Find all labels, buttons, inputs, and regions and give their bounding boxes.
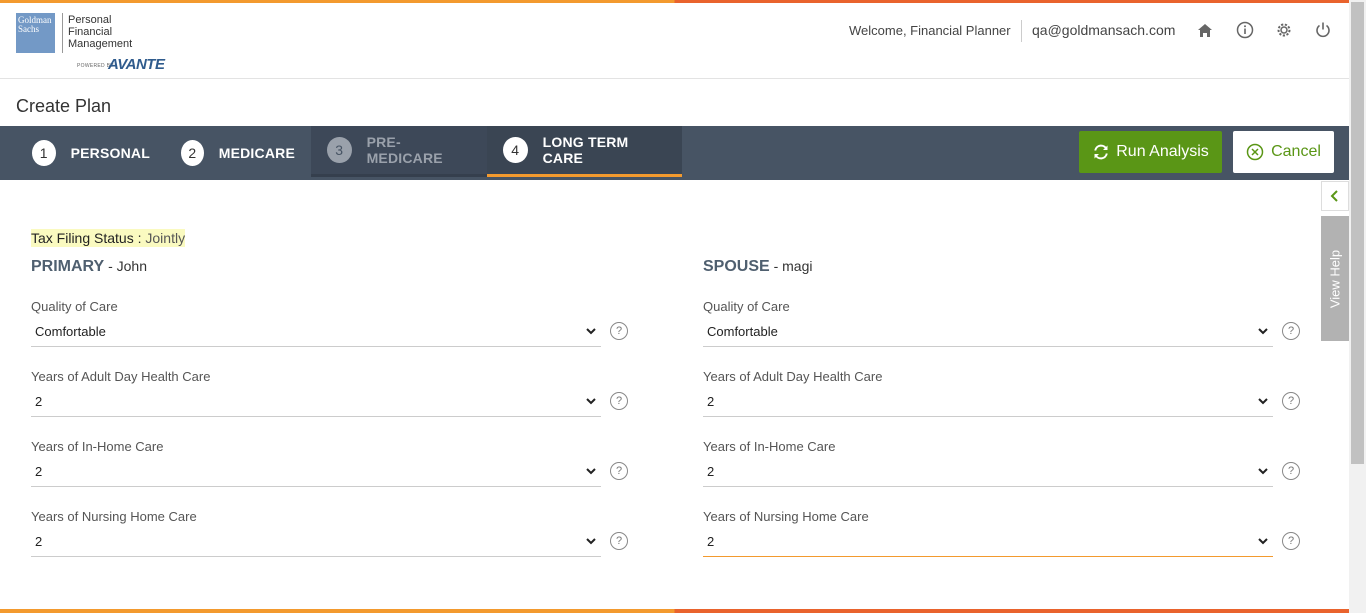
product-line-3: Management xyxy=(68,38,133,50)
avante-logo: AVANTE xyxy=(108,56,165,73)
help-icon[interactable]: ? xyxy=(610,462,628,480)
select-value: Comfortable xyxy=(707,324,778,339)
select-value: 2 xyxy=(35,534,43,549)
cancel-label: Cancel xyxy=(1271,143,1321,160)
step-label: PRE-MEDICARE xyxy=(366,134,443,166)
product-line-2: Financial xyxy=(68,26,113,38)
scrollbar-thumb[interactable] xyxy=(1351,2,1364,464)
chevron-down-icon xyxy=(1258,398,1268,405)
step-label: PERSONAL xyxy=(70,145,150,161)
step-pre-medicare: 3 PRE-MEDICARE xyxy=(311,126,487,177)
spouse-in-home-label: Years of In-Home Care xyxy=(703,439,836,454)
primary-quality-label: Quality of Care xyxy=(31,299,118,314)
tax-filing-value: Jointly xyxy=(145,230,186,246)
tax-filing-label: Tax Filing Status : xyxy=(31,230,146,246)
chevron-down-icon xyxy=(586,328,596,335)
chevron-down-icon xyxy=(1258,538,1268,545)
page-title: Create Plan xyxy=(16,96,112,116)
chevron-down-icon xyxy=(586,538,596,545)
select-value: 2 xyxy=(35,464,43,479)
info-icon[interactable] xyxy=(1235,20,1255,40)
view-help-label: View Help xyxy=(1327,249,1343,308)
primary-in-home-select[interactable]: 2 xyxy=(31,457,601,487)
power-icon[interactable] xyxy=(1313,20,1333,40)
step-personal[interactable]: 1 PERSONAL xyxy=(16,126,166,180)
step-label: MEDICARE xyxy=(218,145,295,161)
select-value: 2 xyxy=(35,394,43,409)
help-icon[interactable]: ? xyxy=(1282,392,1300,410)
step-number: 2 xyxy=(181,140,204,166)
home-icon[interactable] xyxy=(1195,20,1215,40)
step-number: 1 xyxy=(32,140,56,166)
step-number: 3 xyxy=(327,137,352,163)
primary-heading-label: PRIMARY xyxy=(31,258,105,275)
spouse-in-home-select[interactable]: 2 xyxy=(703,457,1273,487)
chevron-down-icon xyxy=(586,398,596,405)
app-header: Goldman Sachs Personal Financial Managem… xyxy=(0,3,1349,79)
gear-icon[interactable] xyxy=(1274,20,1294,40)
primary-adult-day-select[interactable]: 2 xyxy=(31,387,601,417)
select-value: 2 xyxy=(707,394,715,409)
spouse-quality-label: Quality of Care xyxy=(703,299,790,314)
step-label: LONG TERM CARE xyxy=(542,134,629,166)
spouse-adult-day-select[interactable]: 2 xyxy=(703,387,1273,417)
close-circle-icon xyxy=(1246,143,1264,161)
view-help-tab[interactable]: View Help xyxy=(1321,216,1349,341)
product-name: Personal Financial Management xyxy=(68,14,132,50)
primary-heading: PRIMARY - John xyxy=(31,258,147,276)
logo-divider xyxy=(62,13,63,53)
goldman-sachs-logo: Goldman Sachs xyxy=(16,13,55,53)
chevron-left-icon xyxy=(1330,190,1338,202)
primary-nursing-label: Years of Nursing Home Care xyxy=(31,509,197,524)
help-icon[interactable]: ? xyxy=(610,532,628,550)
chevron-down-icon xyxy=(1258,468,1268,475)
help-icon[interactable]: ? xyxy=(1282,462,1300,480)
step-medicare[interactable]: 2 MEDICARE xyxy=(165,126,311,180)
primary-adult-day-label: Years of Adult Day Health Care xyxy=(31,369,211,384)
step-long-term-care[interactable]: 4 LONG TERM CARE xyxy=(487,126,682,177)
chevron-down-icon xyxy=(1258,328,1268,335)
spouse-heading-label: SPOUSE xyxy=(703,258,770,275)
run-analysis-label: Run Analysis xyxy=(1116,143,1209,160)
primary-nursing-select[interactable]: 2 xyxy=(31,527,601,557)
spouse-heading: SPOUSE - magi xyxy=(703,258,812,276)
select-value: 2 xyxy=(707,464,715,479)
spouse-quality-select[interactable]: Comfortable xyxy=(703,317,1273,347)
step-number: 4 xyxy=(503,137,528,163)
tax-filing-status: Tax Filing Status : Jointly xyxy=(31,229,186,247)
spouse-nursing-select[interactable]: 2 xyxy=(703,527,1273,557)
help-icon[interactable]: ? xyxy=(610,322,628,340)
spouse-nursing-label: Years of Nursing Home Care xyxy=(703,509,869,524)
select-value: 2 xyxy=(707,534,715,549)
help-icon[interactable]: ? xyxy=(1282,322,1300,340)
help-icon[interactable]: ? xyxy=(610,392,628,410)
run-analysis-button[interactable]: Run Analysis xyxy=(1079,131,1222,173)
help-icon[interactable]: ? xyxy=(1282,532,1300,550)
cancel-button[interactable]: Cancel xyxy=(1233,131,1334,173)
refresh-icon xyxy=(1094,144,1109,160)
user-email[interactable]: qa@goldmansach.com xyxy=(1032,22,1175,38)
spouse-adult-day-label: Years of Adult Day Health Care xyxy=(703,369,883,384)
welcome-text: Welcome, Financial Planner xyxy=(849,23,1011,38)
bottom-accent-bar xyxy=(0,609,1349,613)
primary-in-home-label: Years of In-Home Care xyxy=(31,439,164,454)
primary-quality-select[interactable]: Comfortable xyxy=(31,317,601,347)
header-divider xyxy=(1021,20,1022,42)
product-line-1: Personal xyxy=(68,14,112,26)
spouse-name: - magi xyxy=(769,258,813,274)
select-value: Comfortable xyxy=(35,324,106,339)
primary-name: - John xyxy=(104,258,147,274)
chevron-down-icon xyxy=(586,468,596,475)
help-panel-toggle[interactable] xyxy=(1321,181,1349,211)
